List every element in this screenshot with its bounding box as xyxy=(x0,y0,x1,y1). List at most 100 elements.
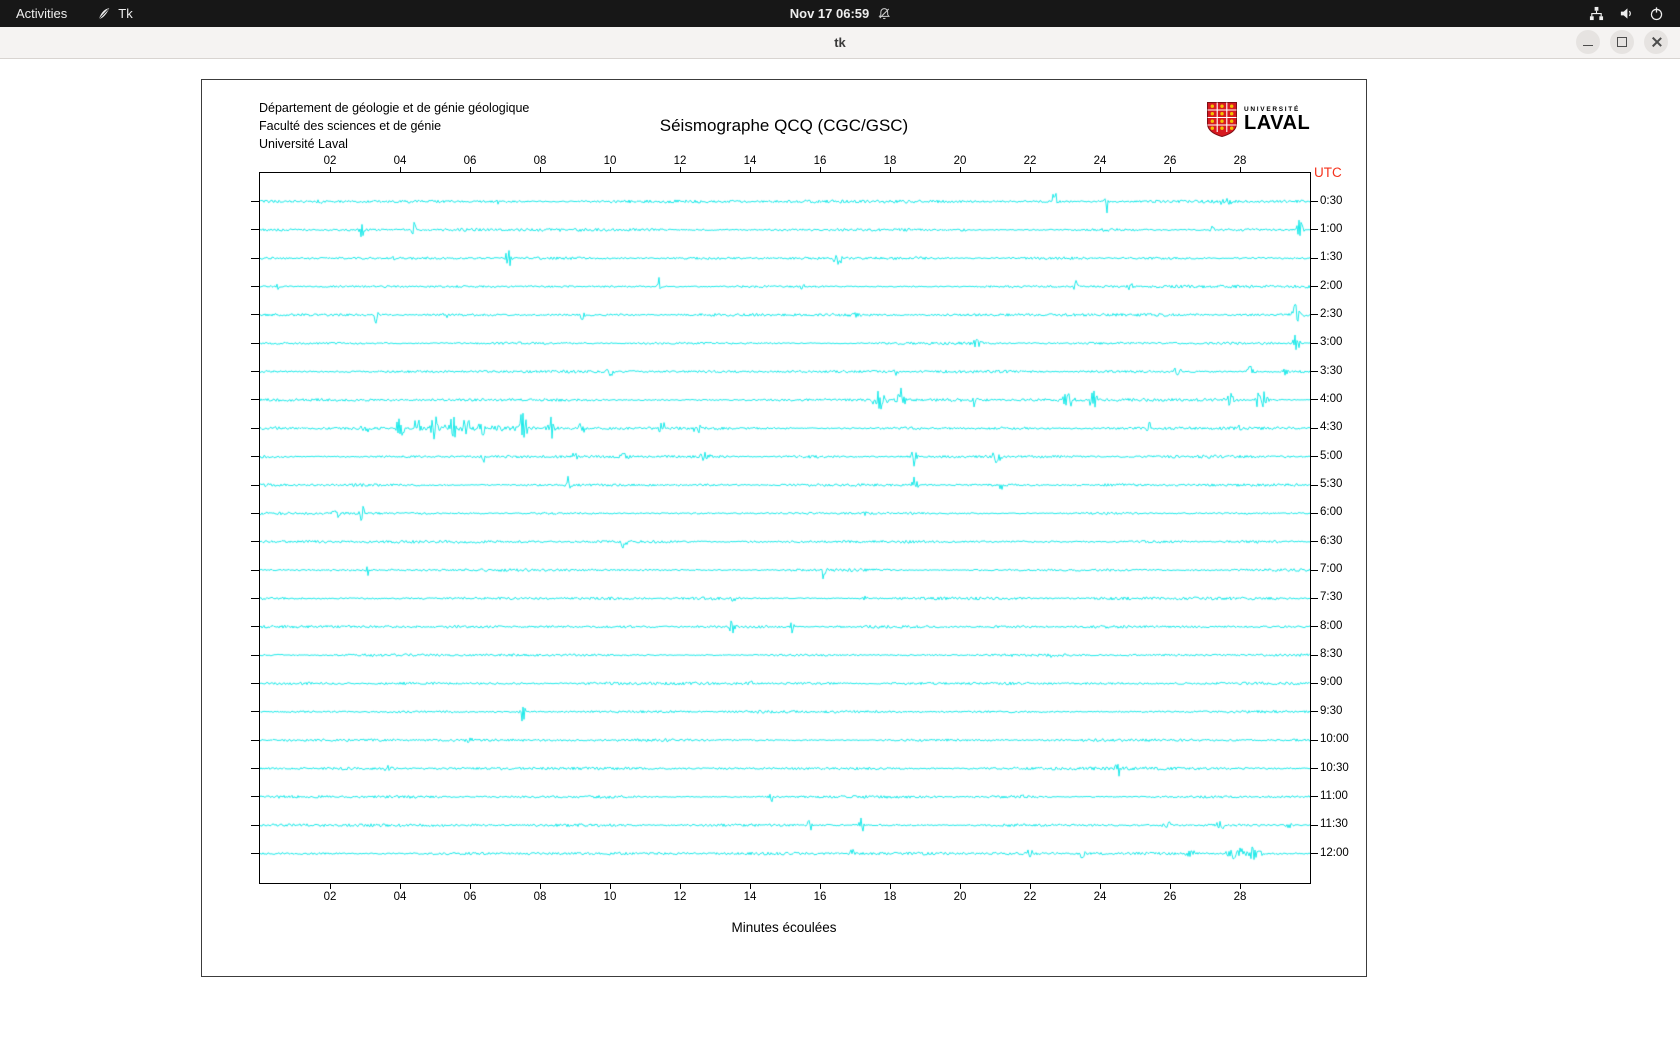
network-icon xyxy=(1589,6,1604,21)
y-tick-label: 11:30 xyxy=(1320,818,1348,831)
x-tick-label-bottom: 26 xyxy=(1163,891,1177,903)
y-tick-left xyxy=(251,768,259,769)
y-tick-label: 7:00 xyxy=(1320,563,1343,576)
x-tick-bottom xyxy=(889,884,891,889)
x-tick-label-bottom: 18 xyxy=(883,891,897,903)
y-tick-label: 2:00 xyxy=(1320,279,1343,292)
y-tick-right xyxy=(1311,654,1318,656)
volume-icon xyxy=(1619,6,1634,21)
y-tick-left xyxy=(251,711,259,713)
y-tick-right xyxy=(1311,371,1318,373)
y-tick-label: 0:30 xyxy=(1320,194,1343,207)
minimize-button[interactable] xyxy=(1576,30,1600,54)
y-tick-left xyxy=(251,456,259,458)
y-tick-label: 7:30 xyxy=(1320,591,1343,604)
y-tick-left xyxy=(251,314,259,316)
x-tick-bottom xyxy=(1029,884,1031,889)
y-tick-left xyxy=(251,257,259,259)
x-tick-label-bottom: 22 xyxy=(1023,891,1037,903)
x-tick-label-top: 02 xyxy=(323,155,337,167)
y-tick-label: 1:00 xyxy=(1320,222,1343,235)
x-tick-bottom xyxy=(329,884,331,889)
x-tick-label-bottom: 24 xyxy=(1093,891,1107,903)
x-tick-top xyxy=(819,167,821,172)
x-tick-label-top: 24 xyxy=(1093,155,1107,167)
y-tick-label: 3:00 xyxy=(1320,336,1343,349)
y-tick-label: 1:30 xyxy=(1320,251,1343,264)
x-tick-bottom xyxy=(819,884,821,889)
x-tick-label-top: 22 xyxy=(1023,155,1037,167)
y-tick-label: 3:30 xyxy=(1320,364,1343,377)
y-tick-right xyxy=(1311,257,1318,259)
tk-feather-icon xyxy=(97,7,111,21)
figure: Département de géologie et de génie géol… xyxy=(201,79,1367,977)
y-tick-label: 9:30 xyxy=(1320,704,1343,717)
system-status-menu[interactable] xyxy=(1589,6,1680,21)
x-tick-label-bottom: 20 xyxy=(953,891,967,903)
y-tick-right xyxy=(1311,484,1318,486)
activities-button[interactable]: Activities xyxy=(16,6,67,21)
y-tick-left xyxy=(251,569,259,571)
x-tick-bottom xyxy=(679,884,681,889)
x-tick-label-top: 04 xyxy=(393,155,407,167)
y-tick-right xyxy=(1311,512,1318,514)
x-tick-label-bottom: 28 xyxy=(1233,891,1247,903)
app-indicator[interactable]: Tk xyxy=(97,6,133,21)
x-tick-label-bottom: 10 xyxy=(603,891,617,903)
x-tick-bottom xyxy=(959,884,961,889)
y-tick-label: 12:00 xyxy=(1320,846,1349,859)
y-tick-right xyxy=(1311,824,1318,826)
x-tick-label-bottom: 16 xyxy=(813,891,827,903)
x-tick-bottom xyxy=(539,884,541,889)
y-tick-right xyxy=(1311,342,1318,344)
seismogram-canvas xyxy=(260,173,1310,883)
plot-area xyxy=(259,172,1311,884)
y-tick-left xyxy=(251,286,259,288)
x-tick-top xyxy=(889,167,891,172)
x-tick-label-top: 10 xyxy=(603,155,617,167)
x-tick-label-bottom: 12 xyxy=(673,891,687,903)
y-tick-left xyxy=(251,626,259,628)
gnome-top-bar: Activities Tk Nov 17 06:59 xyxy=(0,0,1680,27)
clock-menu[interactable]: Nov 17 06:59 xyxy=(790,6,891,21)
y-tick-right xyxy=(1311,201,1318,202)
x-tick-label-top: 26 xyxy=(1163,155,1177,167)
x-tick-bottom xyxy=(1239,884,1241,889)
y-tick-label: 10:00 xyxy=(1320,733,1349,746)
y-tick-label: 5:00 xyxy=(1320,449,1343,462)
y-tick-label: 4:30 xyxy=(1320,421,1343,434)
x-tick-label-top: 16 xyxy=(813,155,827,167)
x-tick-label-top: 12 xyxy=(673,155,687,167)
x-tick-label-top: 18 xyxy=(883,155,897,167)
x-tick-top xyxy=(1099,167,1101,172)
x-tick-top xyxy=(959,167,961,172)
app-indicator-label: Tk xyxy=(118,6,133,21)
header-line-3: Université Laval xyxy=(259,137,348,151)
x-tick-top xyxy=(1169,167,1171,172)
x-tick-bottom xyxy=(749,884,751,889)
y-tick-right xyxy=(1311,314,1318,316)
x-tick-bottom xyxy=(469,884,471,889)
x-tick-label-bottom: 02 xyxy=(323,891,337,903)
maximize-button[interactable] xyxy=(1610,30,1634,54)
y-tick-left xyxy=(251,824,259,826)
y-tick-right xyxy=(1311,711,1318,713)
x-tick-label-bottom: 06 xyxy=(463,891,477,903)
y-tick-label: 9:00 xyxy=(1320,676,1343,689)
close-button[interactable] xyxy=(1644,30,1668,54)
y-tick-right xyxy=(1311,427,1318,429)
notifications-off-icon xyxy=(877,7,890,20)
x-tick-top xyxy=(329,167,331,172)
window-titlebar[interactable]: tk xyxy=(0,27,1680,59)
x-tick-bottom xyxy=(1099,884,1101,889)
y-tick-label: 2:30 xyxy=(1320,307,1343,320)
x-tick-top xyxy=(1029,167,1031,172)
y-tick-right xyxy=(1311,286,1318,288)
y-tick-label: 8:00 xyxy=(1320,619,1343,632)
y-tick-left xyxy=(251,682,259,684)
y-tick-left xyxy=(251,399,259,401)
x-tick-top xyxy=(749,167,751,172)
x-tick-label-bottom: 08 xyxy=(533,891,547,903)
y-tick-left xyxy=(251,853,259,855)
x-axis-label: Minutes écoulées xyxy=(731,920,837,935)
